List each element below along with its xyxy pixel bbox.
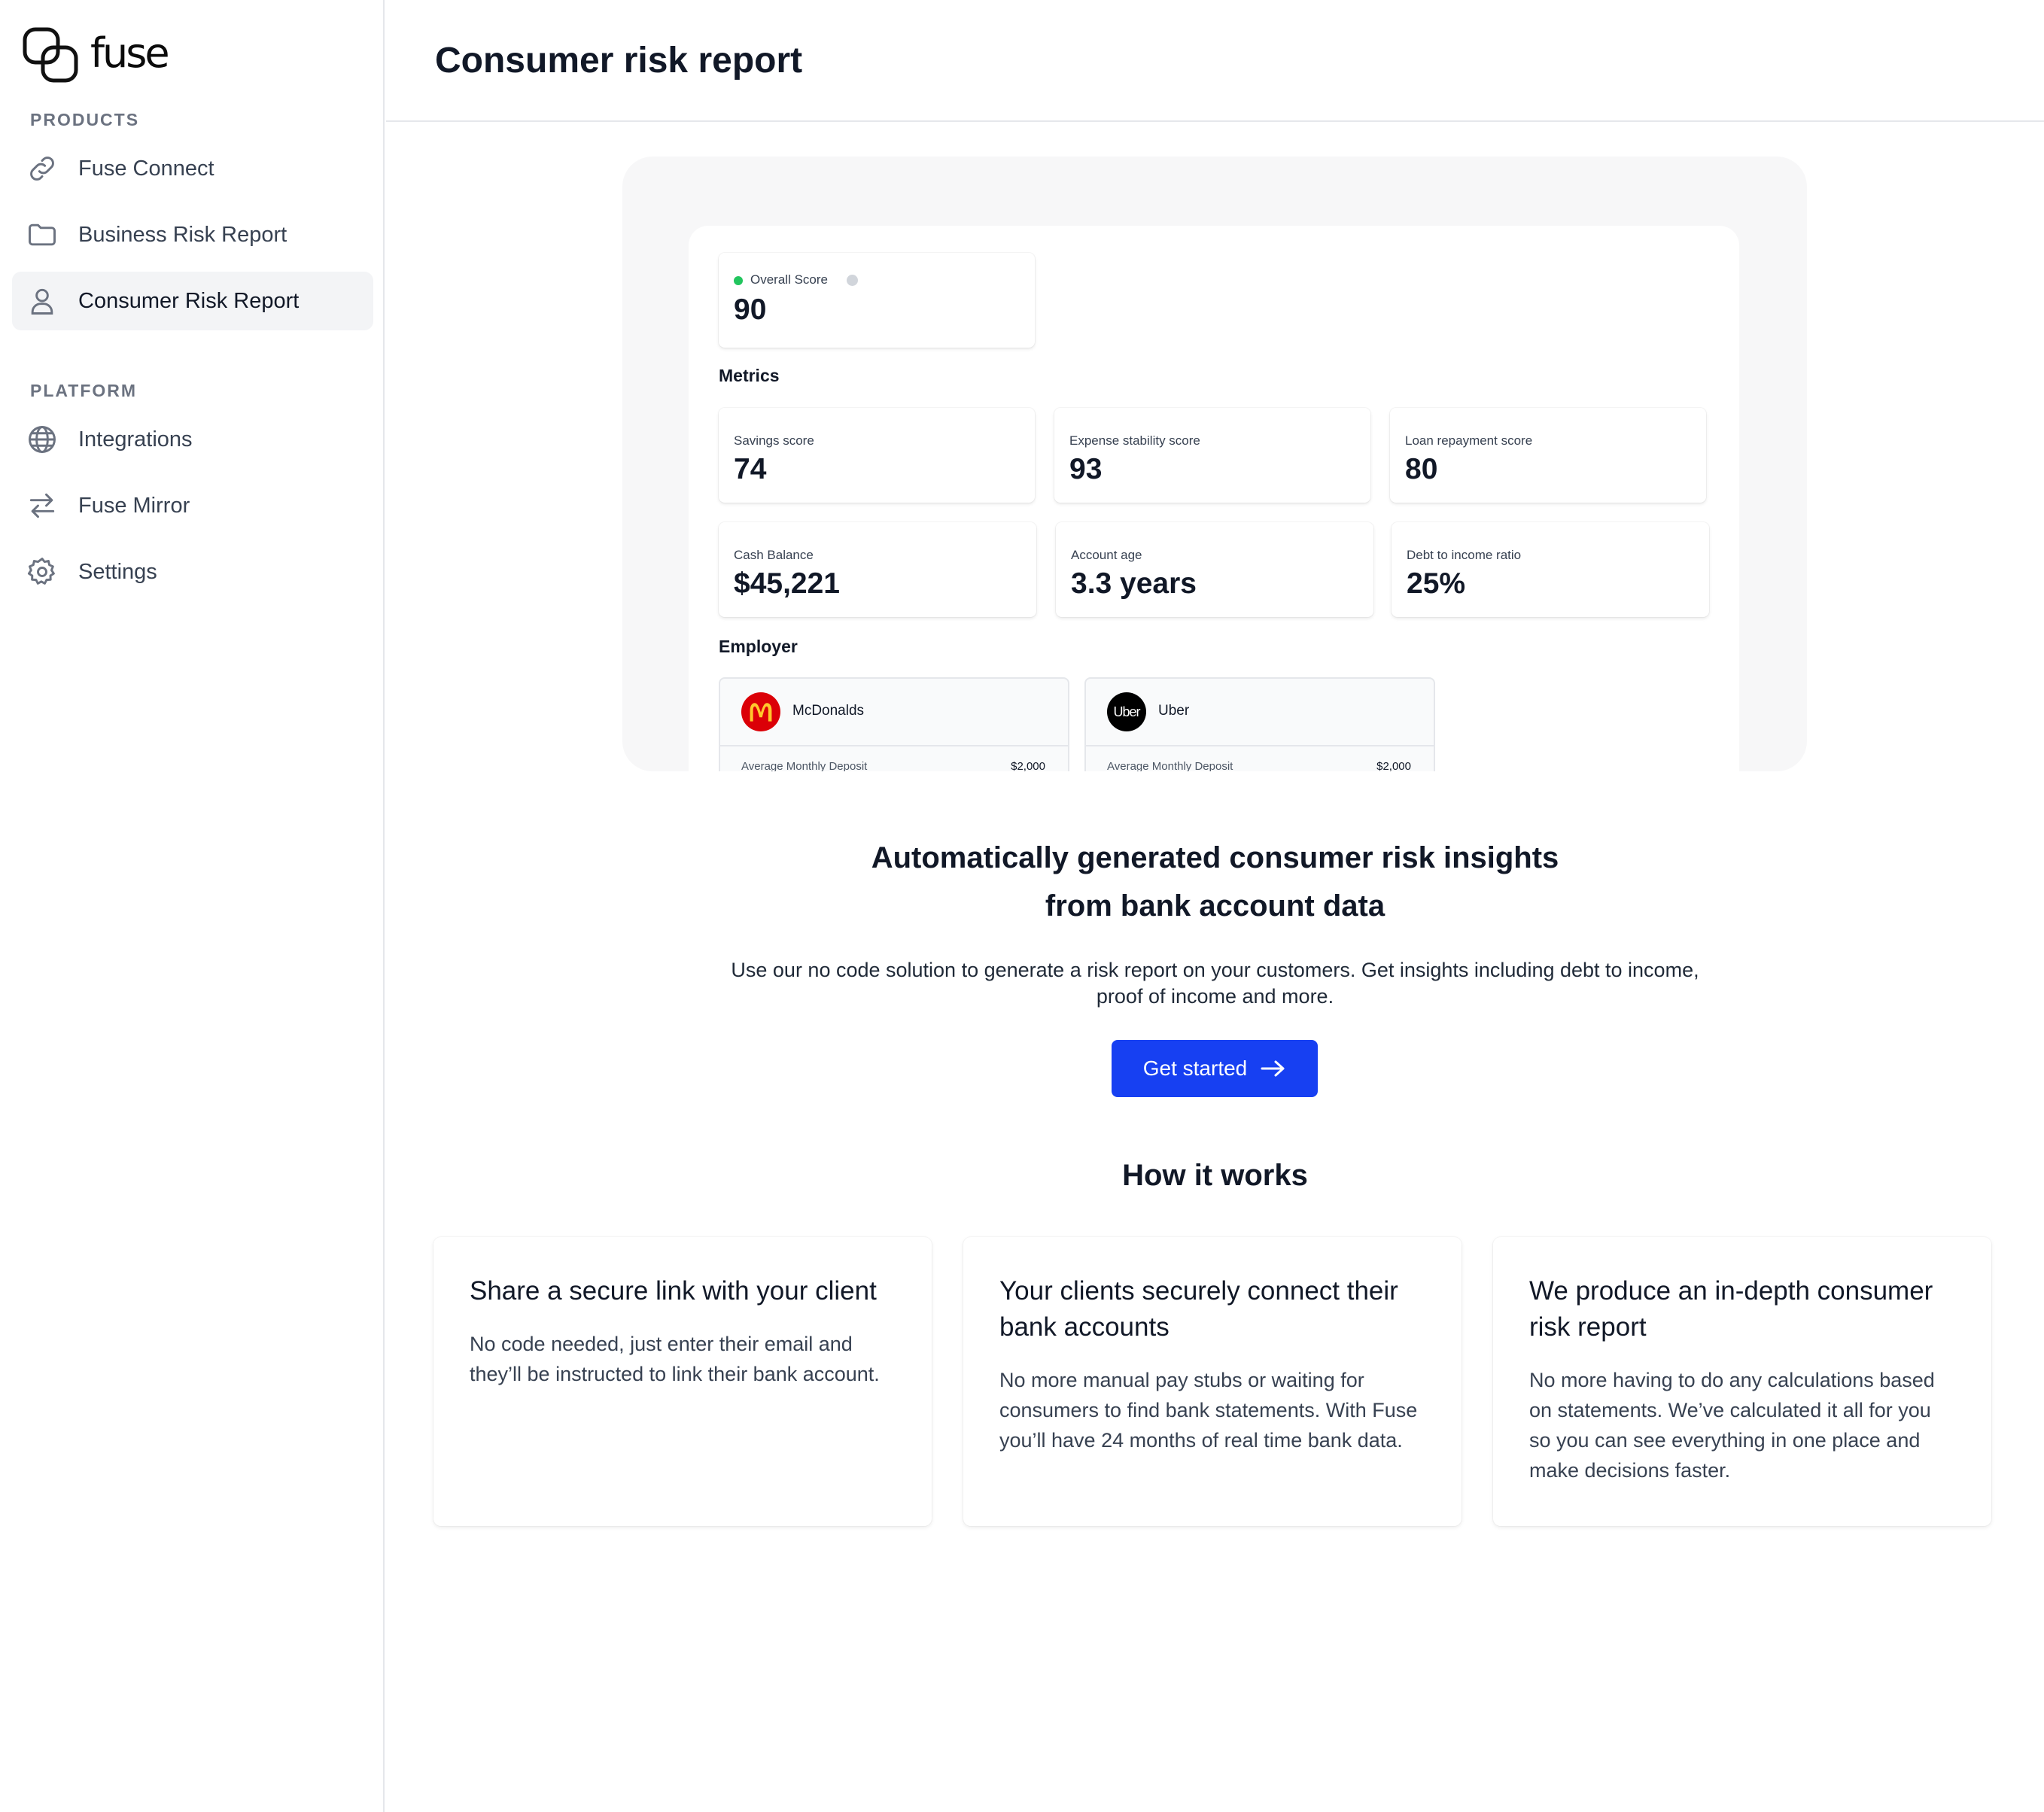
employer-card-uber: Uber Uber Average Monthly Deposit $2,000	[1084, 677, 1435, 771]
deposit-value: $2,000	[1376, 760, 1411, 771]
platform-section-label: PLATFORM	[30, 381, 138, 400]
sidebar: fuse PRODUCTS Fuse Connect Business Risk…	[0, 0, 385, 1812]
sidebar-item-label: Fuse Mirror	[78, 493, 190, 518]
deposit-label: Average Monthly Deposit	[741, 760, 868, 771]
sidebar-item-label: Settings	[78, 559, 157, 584]
hero-subtext-line1: Use our no code solution to generate a r…	[731, 959, 1699, 981]
overall-score-card: Overall Score 90	[719, 253, 1035, 348]
fuse-logo-icon	[23, 27, 78, 83]
brand-name: fuse	[90, 29, 170, 77]
step-title: Your clients securely connect their bank…	[999, 1276, 1398, 1342]
hero-subtext-line2: proof of income and more.	[1096, 985, 1334, 1008]
overall-score-value: 90	[734, 293, 767, 326]
sidebar-item-settings[interactable]: Settings	[12, 543, 373, 601]
sidebar-item-label: Fuse Connect	[78, 156, 214, 181]
sidebar-item-label: Business Risk Report	[78, 222, 287, 247]
report-preview-card: Overall Score 90 Metrics Savings score 7…	[689, 226, 1739, 771]
hero-headline: Automatically generated consumer risk in…	[386, 834, 2044, 930]
get-started-label: Get started	[1142, 1056, 1248, 1080]
metric-value: 25%	[1407, 567, 1466, 600]
step-title: Share a secure link with your client	[470, 1276, 877, 1306]
arrow-right-icon	[1261, 1060, 1285, 1077]
step-title: We produce an in-depth consumer risk rep…	[1529, 1276, 1933, 1342]
mcdonalds-logo-icon	[741, 692, 780, 731]
folder-icon	[26, 218, 59, 251]
sidebar-item-label: Integrations	[78, 427, 193, 451]
metric-value: 74	[734, 453, 767, 485]
sidebar-item-fuse-connect[interactable]: Fuse Connect	[12, 139, 373, 198]
sidebar-item-fuse-mirror[interactable]: Fuse Mirror	[12, 476, 373, 535]
link-icon	[26, 152, 59, 185]
globe-icon	[26, 423, 59, 456]
overall-score-label: Overall Score	[750, 272, 828, 287]
status-dot-icon	[734, 276, 743, 285]
how-it-works-title: How it works	[1122, 1159, 1308, 1192]
metric-value: 93	[1069, 453, 1103, 485]
deposit-value: $2,000	[1011, 760, 1045, 771]
get-started-button[interactable]: Get started	[1112, 1040, 1318, 1097]
metric-label: Account age	[1071, 548, 1142, 562]
step-body: No code needed, just enter their email a…	[470, 1333, 880, 1385]
metric-card-expense-stability: Expense stability score 93	[1054, 408, 1370, 503]
metric-value: $45,221	[734, 567, 840, 600]
step-card-2: Your clients securely connect their bank…	[963, 1237, 1462, 1526]
employer-card-mcdonalds: McDonalds Average Monthly Deposit $2,000	[719, 677, 1069, 771]
sidebar-item-business-risk-report[interactable]: Business Risk Report	[12, 205, 373, 264]
step-body: No more having to do any calculations ba…	[1529, 1369, 1935, 1482]
report-preview: Overall Score 90 Metrics Savings score 7…	[622, 157, 1807, 771]
sidebar-item-consumer-risk-report[interactable]: Consumer Risk Report	[12, 272, 373, 330]
info-icon	[847, 275, 858, 286]
metric-label: Savings score	[734, 433, 814, 448]
metric-card-loan-repayment: Loan repayment score 80	[1390, 408, 1706, 503]
metric-label: Loan repayment score	[1405, 433, 1533, 448]
hero-headline-line2: from bank account data	[1045, 889, 1385, 923]
products-section-label: PRODUCTS	[30, 110, 140, 129]
brand-logo[interactable]: fuse	[23, 27, 170, 83]
arrows-swap-icon	[26, 489, 59, 522]
user-icon	[26, 284, 59, 318]
metrics-title: Metrics	[719, 366, 780, 385]
hero-headline-line1: Automatically generated consumer risk in…	[871, 841, 1559, 874]
metric-card-savings: Savings score 74	[719, 408, 1035, 503]
page-header: Consumer risk report	[386, 0, 2044, 122]
step-card-1: Share a secure link with your client No …	[433, 1237, 932, 1526]
page-title: Consumer risk report	[435, 40, 803, 81]
metric-card-account-age: Account age 3.3 years	[1056, 522, 1373, 617]
step-card-3: We produce an in-depth consumer risk rep…	[1493, 1237, 1991, 1526]
employer-title: Employer	[719, 637, 798, 656]
main-content: Consumer risk report Overall Score 90 Me…	[386, 0, 2044, 1812]
metric-label: Expense stability score	[1069, 433, 1200, 448]
step-body: No more manual pay stubs or waiting for …	[999, 1369, 1418, 1452]
sidebar-item-integrations[interactable]: Integrations	[12, 410, 373, 469]
hero-subtext: Use our no code solution to generate a r…	[386, 957, 2044, 1010]
deposit-label: Average Monthly Deposit	[1107, 760, 1233, 771]
metric-card-cash-balance: Cash Balance $45,221	[719, 522, 1036, 617]
employer-name: McDonalds	[792, 703, 865, 719]
gear-icon	[26, 555, 59, 588]
employer-name: Uber	[1158, 703, 1190, 719]
metric-label: Debt to income ratio	[1407, 548, 1522, 562]
metric-value: 80	[1405, 453, 1438, 485]
metric-label: Cash Balance	[734, 548, 814, 562]
metric-card-debt-to-income: Debt to income ratio 25%	[1392, 522, 1709, 617]
sidebar-item-label: Consumer Risk Report	[78, 288, 300, 313]
metric-value: 3.3 years	[1071, 567, 1197, 600]
uber-logo-icon: Uber	[1107, 692, 1146, 731]
